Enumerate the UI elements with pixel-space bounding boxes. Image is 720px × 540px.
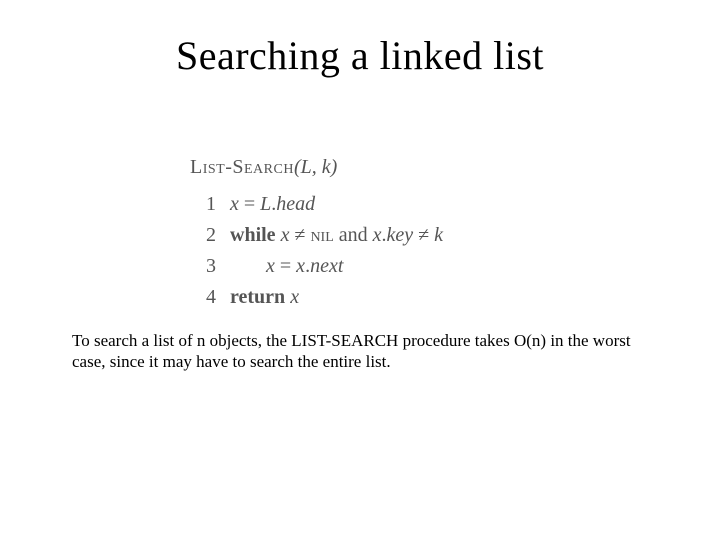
- procedure-heading: List-Search(L, k): [190, 152, 443, 183]
- line-number: 2: [190, 220, 230, 251]
- nil: nil: [310, 224, 333, 246]
- statement: return x: [230, 282, 299, 313]
- explanation-paragraph: To search a list of n objects, the LIST-…: [72, 330, 652, 373]
- kw-return: return: [230, 286, 285, 308]
- statement: while x ≠ nil and x.key ≠ k: [230, 220, 443, 251]
- and: and: [334, 224, 373, 246]
- kw-while: while: [230, 224, 276, 246]
- code-line-2: 2 while x ≠ nil and x.key ≠ k: [190, 220, 443, 251]
- statement: x = L.head: [230, 189, 315, 220]
- neq2: ≠: [413, 224, 434, 246]
- code-line-1: 1 x = L.head: [190, 189, 443, 220]
- code-lines: 1 x = L.head 2 while x ≠ nil and x.key ≠…: [190, 189, 443, 313]
- var-x: x: [266, 255, 275, 277]
- var-x: x: [290, 286, 299, 308]
- statement: x = x.next: [230, 251, 343, 282]
- var-x2: x: [373, 224, 382, 246]
- line-number: 3: [190, 251, 230, 282]
- var-L: L: [260, 193, 271, 215]
- attr-head: head: [276, 193, 315, 215]
- eq: =: [239, 193, 260, 215]
- line-number: 1: [190, 189, 230, 220]
- attr-next: next: [310, 255, 343, 277]
- var-x2: x: [296, 255, 305, 277]
- slide: Searching a linked list List-Search(L, k…: [0, 0, 720, 540]
- code-line-3: 3 x = x.next: [190, 251, 443, 282]
- page-title: Searching a linked list: [0, 32, 720, 79]
- procedure-name: List-Search: [190, 156, 294, 178]
- eq: =: [275, 255, 296, 277]
- attr-key: key: [387, 224, 414, 246]
- var-x: x: [230, 193, 239, 215]
- var-k: k: [434, 224, 443, 246]
- procedure-args: (L, k): [294, 156, 337, 178]
- line-number: 4: [190, 282, 230, 313]
- code-line-4: 4 return x: [190, 282, 443, 313]
- neq: ≠: [289, 224, 310, 246]
- pseudocode-block: List-Search(L, k) 1 x = L.head 2 while x…: [190, 152, 443, 313]
